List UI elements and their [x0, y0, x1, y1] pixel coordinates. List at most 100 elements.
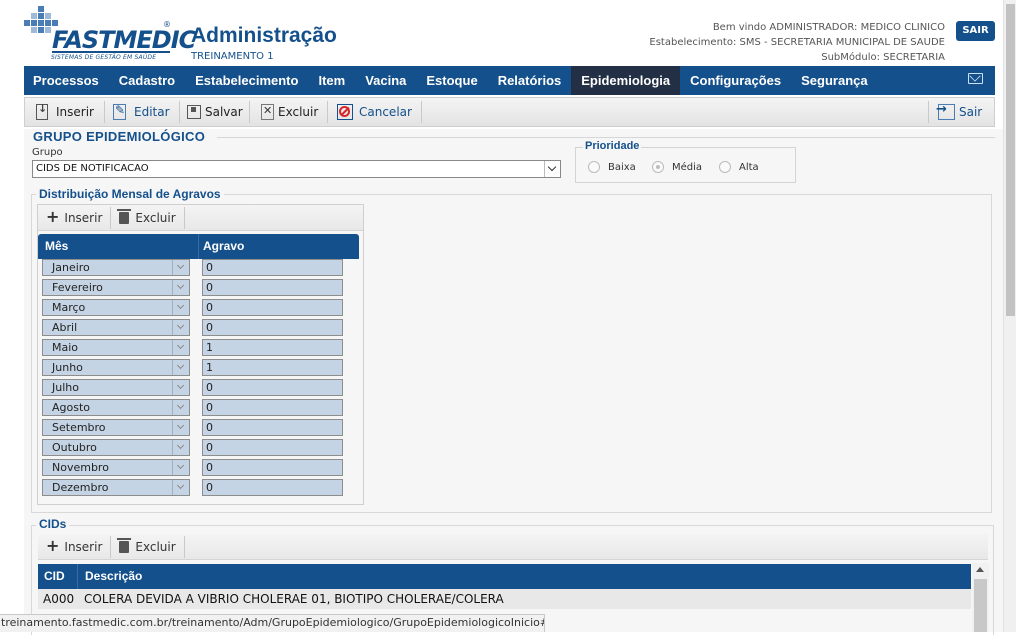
month-name: Julho — [52, 381, 79, 394]
agravo-value-field[interactable]: 0 — [202, 439, 343, 456]
scroll-up-icon[interactable] — [976, 567, 984, 572]
chevron-down-icon — [544, 161, 560, 177]
window-scrollbar[interactable] — [1003, 0, 1016, 632]
save-label: Salvar — [205, 105, 243, 119]
menu-estoque[interactable]: Estoque — [416, 66, 487, 95]
agravo-value-field[interactable]: 0 — [202, 379, 343, 396]
cancel-button[interactable]: Cancelar — [337, 98, 412, 126]
chevron-down-icon — [172, 320, 189, 335]
agravo-value-field[interactable]: 0 — [202, 279, 343, 296]
scrollbar-thumb[interactable] — [1006, 4, 1015, 316]
month-select[interactable]: Outubro — [42, 439, 190, 456]
month-select[interactable]: Fevereiro — [42, 279, 190, 296]
monthly-delete-button[interactable]: Excluir — [111, 205, 183, 231]
form-panel: GRUPO EPIDEMIOLÓGICO Grupo CIDS DE NOTIF… — [24, 129, 1003, 635]
agravo-value-field[interactable]: 0 — [202, 299, 343, 316]
agravo-value-field[interactable]: 0 — [202, 459, 343, 476]
month-select[interactable]: Janeiro — [42, 259, 190, 276]
month-name: Janeiro — [52, 261, 90, 274]
agravo-value-field[interactable]: 0 — [202, 399, 343, 416]
scrollbar-thumb[interactable] — [974, 579, 987, 632]
chevron-down-icon — [172, 280, 189, 295]
cancel-label: Cancelar — [359, 105, 412, 119]
menu-cadastro[interactable]: Cadastro — [109, 66, 185, 95]
monthly-insert-label: Inserir — [64, 210, 103, 225]
menu-estabelecimento[interactable]: Estabelecimento — [185, 66, 308, 95]
month-select[interactable]: Julho — [42, 379, 190, 396]
logo-wordmark: FASTMEDIC — [52, 26, 196, 54]
delete-button[interactable]: Excluir — [261, 98, 318, 126]
month-select[interactable]: Agosto — [42, 399, 190, 416]
month-name: Maio — [52, 341, 79, 354]
cancel-icon — [337, 104, 353, 120]
month-name: Março — [52, 301, 86, 314]
priority-alta-label: Alta — [739, 161, 759, 173]
menu-seguranca[interactable]: Segurança — [791, 66, 877, 95]
cids-insert-button[interactable]: + Inserir — [38, 534, 110, 560]
trash-icon — [117, 208, 132, 224]
plus-icon: + — [46, 536, 60, 555]
exit-button[interactable]: Sair — [936, 98, 983, 126]
agravo-value-field[interactable]: 1 — [202, 339, 343, 356]
month-select[interactable]: Novembro — [42, 459, 190, 476]
toolbar-divider — [179, 101, 180, 123]
save-button[interactable]: Salvar — [187, 98, 243, 126]
agravo-value-field[interactable]: 0 — [202, 319, 343, 336]
chevron-down-icon — [172, 440, 189, 455]
group-select[interactable]: CIDS DE NOTIFICACAO — [32, 160, 561, 178]
insert-button[interactable]: Inserir — [36, 98, 94, 126]
chevron-down-icon — [172, 300, 189, 315]
insert-icon — [36, 102, 48, 120]
table-row[interactable]: A000 COLERA DEVIDA A VIBRIO CHOLERAE 01,… — [38, 589, 971, 609]
month-select[interactable]: Dezembro — [42, 479, 190, 496]
chevron-down-icon — [172, 480, 189, 495]
envelope-icon[interactable] — [968, 73, 983, 84]
cids-scrollbar[interactable] — [972, 563, 989, 632]
edit-button[interactable]: Editar — [113, 98, 170, 126]
menu-item[interactable]: Item — [308, 66, 355, 95]
priority-media-label: Média — [672, 161, 703, 173]
month-select[interactable]: Junho — [42, 359, 190, 376]
month-name: Setembro — [52, 421, 106, 434]
month-select[interactable]: Maio — [42, 339, 190, 356]
cids-delete-button[interactable]: Excluir — [111, 534, 183, 560]
month-select[interactable]: Abril — [42, 319, 190, 336]
menu-vacina[interactable]: Vacina — [355, 66, 416, 95]
toolbar-divider — [249, 101, 250, 123]
menu-configuracoes[interactable]: Configurações — [680, 66, 791, 95]
cids-legend: CIDs — [36, 517, 70, 531]
toolbar-divider — [421, 101, 422, 123]
column-header-agravo: Agravo — [203, 239, 245, 253]
page-title: Administração — [191, 24, 337, 47]
insert-label: Inserir — [56, 105, 94, 119]
month-name: Novembro — [52, 461, 109, 474]
priority-group: Baixa Média Alta — [575, 147, 796, 183]
browser-status-url: treinamento.fastmedic.com.br/treinamento… — [0, 614, 545, 632]
fastmedic-logo: FASTMEDIC ® SISTEMAS DE GESTÃO EM SAÚDE — [24, 6, 196, 62]
menu-relatorios[interactable]: Relatórios — [488, 66, 572, 95]
logout-button[interactable]: SAIR — [956, 21, 995, 41]
logo-tagline: SISTEMAS DE GESTÃO EM SAÚDE — [51, 54, 157, 61]
agravo-value-field[interactable]: 0 — [202, 479, 343, 496]
agravo-value-field[interactable]: 0 — [202, 419, 343, 436]
menu-processos[interactable]: Processos — [24, 66, 109, 95]
month-select[interactable]: Março — [42, 299, 190, 316]
section-title: GRUPO EPIDEMIOLÓGICO — [33, 129, 206, 144]
monthly-insert-button[interactable]: + Inserir — [38, 205, 110, 231]
month-select[interactable]: Setembro — [42, 419, 190, 436]
chevron-down-icon — [172, 360, 189, 375]
agravo-value-field[interactable]: 0 — [202, 259, 343, 276]
agravo-value-field[interactable]: 1 — [202, 359, 343, 376]
logo-underline — [52, 51, 170, 53]
toolbar-divider — [183, 535, 185, 558]
toolbar-divider — [104, 101, 105, 123]
priority-media-radio[interactable]: Média — [652, 161, 702, 173]
menu-epidemiologia[interactable]: Epidemiologia — [571, 66, 681, 95]
cids-grid-toolbar: + Inserir Excluir — [38, 534, 988, 560]
priority-baixa-radio[interactable]: Baixa — [588, 161, 636, 173]
priority-alta-radio[interactable]: Alta — [719, 161, 759, 173]
month-name: Junho — [52, 361, 83, 374]
exit-label: Sair — [959, 105, 983, 119]
trash-icon — [117, 537, 132, 553]
cid-code: A000 — [43, 592, 75, 606]
